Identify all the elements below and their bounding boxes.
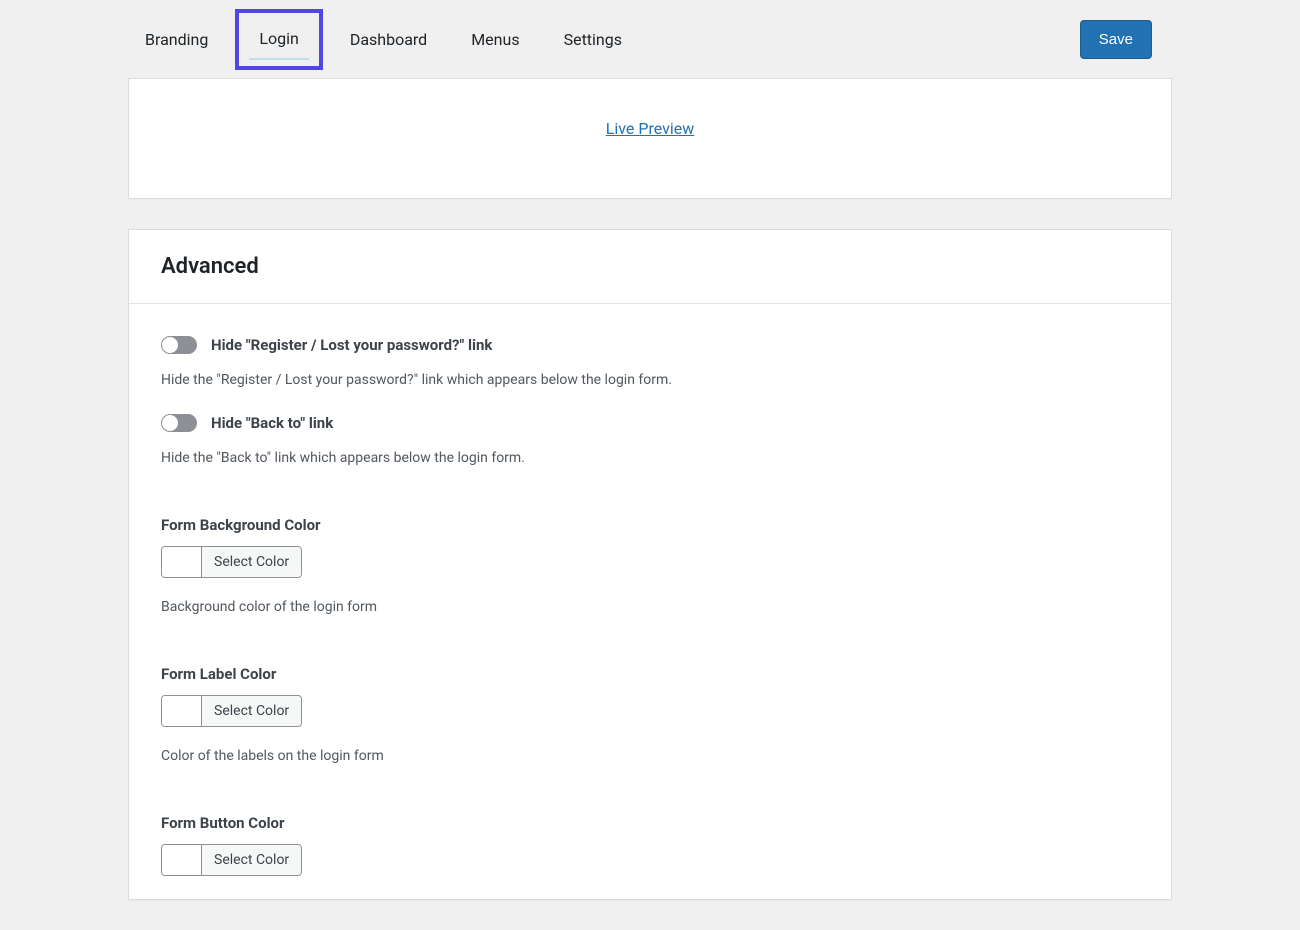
- tabs: Branding Login Dashboard Menus Settings: [128, 9, 1080, 70]
- label-form-bg: Form Background Color: [161, 492, 1139, 534]
- advanced-panel: Advanced Hide "Register / Lost your pass…: [128, 229, 1172, 900]
- section-title: Advanced: [161, 254, 1139, 279]
- color-picker-form-label[interactable]: Select Color: [161, 695, 302, 727]
- preview-panel: Live Preview: [128, 78, 1172, 199]
- tab-branding[interactable]: Branding: [128, 12, 225, 67]
- toggle-knob: [162, 415, 178, 431]
- save-button[interactable]: Save: [1080, 20, 1152, 59]
- field-form-bg: Form Background Color Select Color Backg…: [161, 470, 1139, 619]
- panel-header: Advanced: [129, 230, 1171, 304]
- label-form-button: Form Button Color: [161, 790, 1139, 832]
- toggle-label-hide-register: Hide "Register / Lost your password?" li…: [211, 336, 492, 354]
- tab-login[interactable]: Login: [235, 9, 322, 70]
- toggle-hide-backto[interactable]: [161, 414, 197, 432]
- field-hide-backto: Hide "Back to" link Hide the "Back to" l…: [161, 392, 1139, 470]
- color-swatch: [162, 845, 202, 875]
- live-preview-link[interactable]: Live Preview: [606, 119, 695, 138]
- panel-body: Hide "Register / Lost your password?" li…: [129, 304, 1171, 899]
- field-form-button: Form Button Color Select Color: [161, 768, 1139, 879]
- toggle-hide-register[interactable]: [161, 336, 197, 354]
- color-swatch: [162, 547, 202, 577]
- color-swatch: [162, 696, 202, 726]
- toggle-label-hide-backto: Hide "Back to" link: [211, 414, 333, 432]
- color-picker-form-button[interactable]: Select Color: [161, 844, 302, 876]
- tab-dashboard[interactable]: Dashboard: [333, 12, 444, 67]
- color-label: Select Color: [202, 696, 301, 726]
- color-label: Select Color: [202, 547, 301, 577]
- toggle-knob: [162, 337, 178, 353]
- topbar: Branding Login Dashboard Menus Settings …: [0, 0, 1300, 78]
- color-label: Select Color: [202, 845, 301, 875]
- label-form-label: Form Label Color: [161, 641, 1139, 683]
- desc-hide-register: Hide the "Register / Lost your password?…: [161, 354, 1139, 392]
- field-form-label: Form Label Color Select Color Color of t…: [161, 619, 1139, 768]
- tab-settings[interactable]: Settings: [547, 12, 639, 67]
- color-picker-form-bg[interactable]: Select Color: [161, 546, 302, 578]
- desc-form-bg: Background color of the login form: [161, 581, 1139, 619]
- tab-menus[interactable]: Menus: [454, 12, 536, 67]
- desc-form-label: Color of the labels on the login form: [161, 730, 1139, 768]
- desc-hide-backto: Hide the "Back to" link which appears be…: [161, 432, 1139, 470]
- field-hide-register: Hide "Register / Lost your password?" li…: [161, 314, 1139, 392]
